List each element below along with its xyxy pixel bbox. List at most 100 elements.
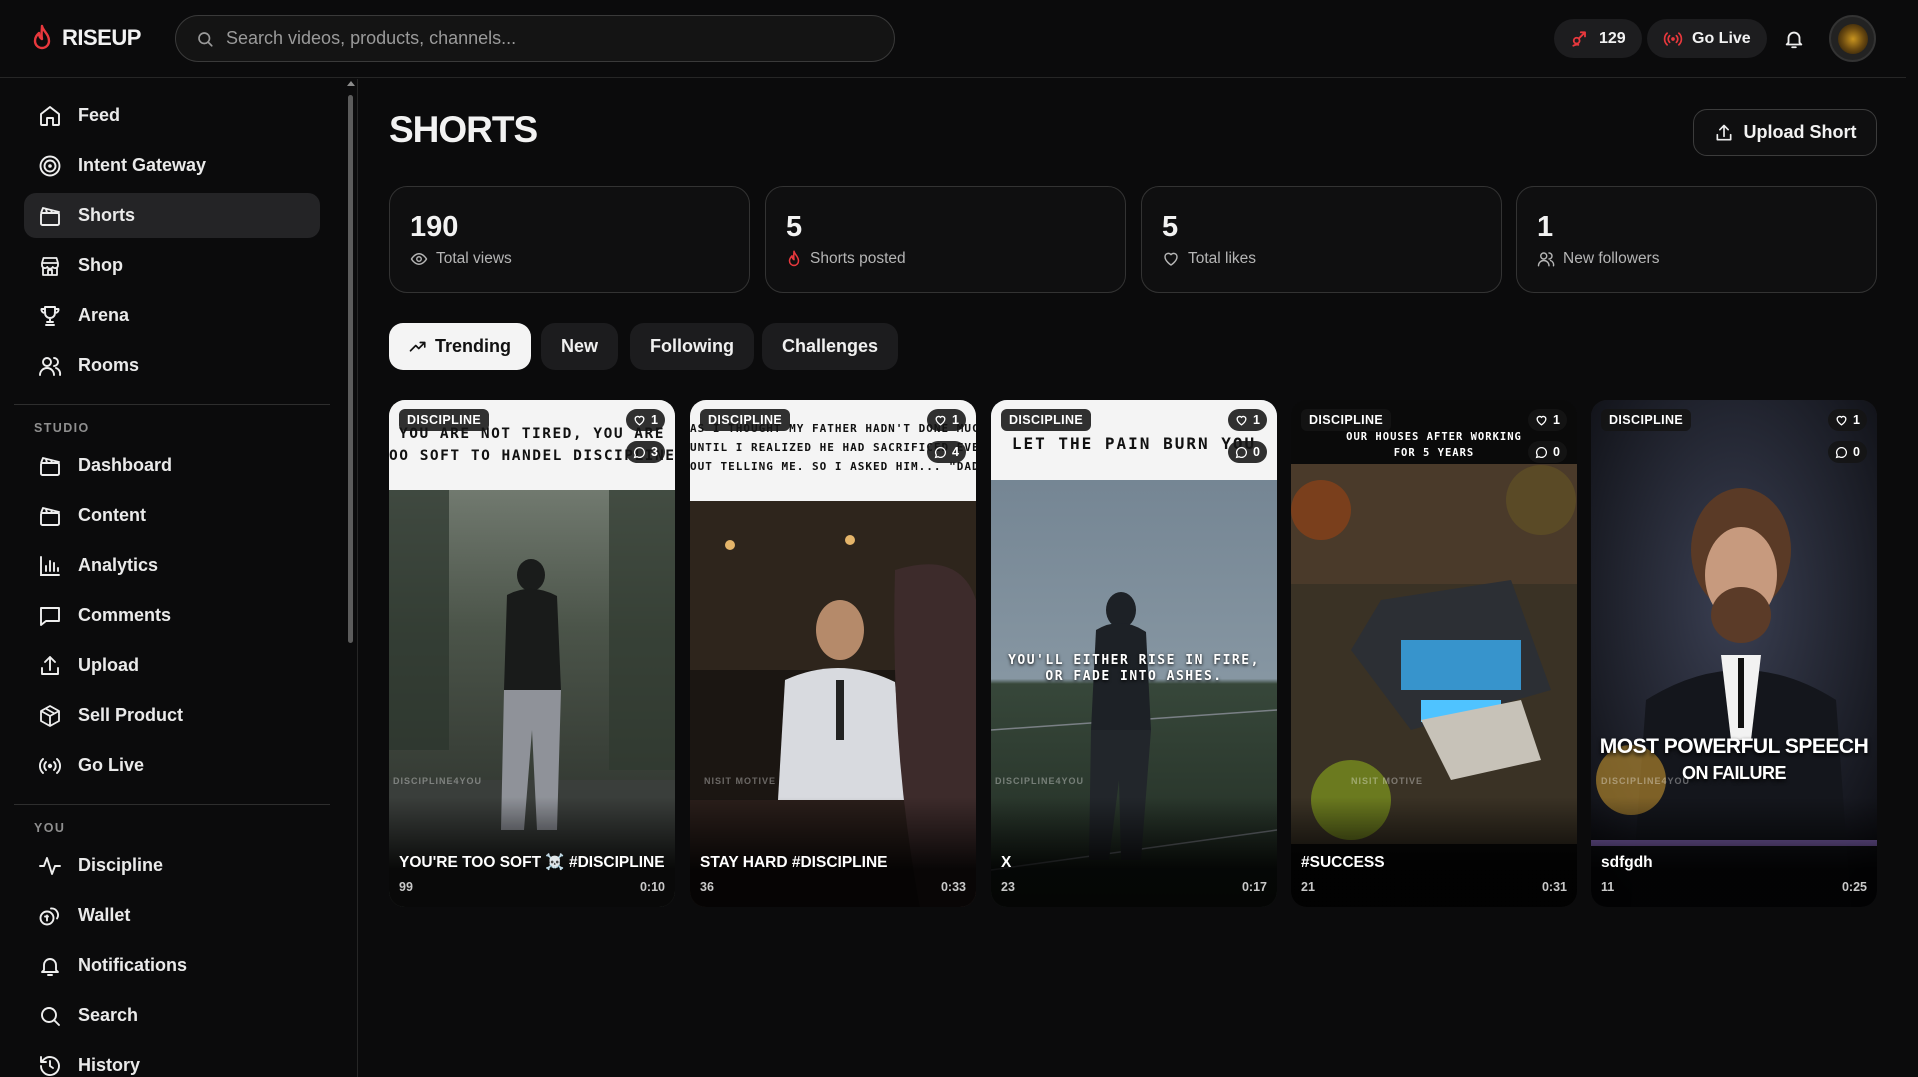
studio-heading: STUDIO bbox=[34, 421, 90, 435]
stat-value: 190 bbox=[410, 211, 459, 243]
trending-up-icon bbox=[409, 338, 427, 356]
bar-chart-icon bbox=[38, 554, 62, 578]
sidebar-item-history[interactable]: History bbox=[24, 1043, 320, 1077]
card-info-gradient bbox=[1591, 797, 1877, 907]
sidebar-divider bbox=[14, 404, 330, 405]
sidebar-item-go-live[interactable]: Go Live bbox=[24, 743, 320, 788]
top-bar: RISEUP 129 Go Live bbox=[0, 0, 1906, 78]
clapperboard-icon bbox=[38, 204, 62, 228]
short-card[interactable]: MOST POWERFUL SPEECH ON FAILURE DISCIPLI… bbox=[1591, 400, 1877, 907]
heart-icon bbox=[1835, 414, 1848, 427]
tab-trending[interactable]: Trending bbox=[389, 323, 531, 370]
stat-label: Shorts posted bbox=[810, 250, 906, 267]
comment-icon bbox=[633, 446, 646, 459]
stat-label: New followers bbox=[1563, 250, 1660, 267]
sidebar-item-label: Wallet bbox=[78, 905, 131, 925]
sidebar-item-intent-gateway[interactable]: Intent Gateway bbox=[24, 143, 320, 188]
comment-icon bbox=[1535, 446, 1548, 459]
sidebar-item-wallet[interactable]: Wallet bbox=[24, 893, 320, 938]
sidebar-item-arena[interactable]: Arena bbox=[24, 293, 320, 338]
package-icon bbox=[38, 704, 62, 728]
sidebar-item-label: Go Live bbox=[78, 755, 145, 775]
comment-icon bbox=[1235, 446, 1248, 459]
comments-counter: 0 bbox=[1228, 441, 1267, 463]
upload-short-label: Upload Short bbox=[1743, 122, 1857, 142]
tab-following[interactable]: Following bbox=[630, 323, 754, 370]
sidebar-item-shorts[interactable]: Shorts bbox=[24, 193, 320, 238]
comments-count: 4 bbox=[952, 445, 959, 459]
go-live-button[interactable]: Go Live bbox=[1647, 19, 1767, 58]
short-title: sdfgdh bbox=[1601, 854, 1653, 871]
comment-icon bbox=[934, 446, 947, 459]
sidebar-item-discipline[interactable]: Discipline bbox=[24, 843, 320, 888]
sidebar-item-label: Sell Product bbox=[78, 705, 184, 725]
sidebar-item-label: Analytics bbox=[78, 555, 159, 575]
likes-counter: 1 bbox=[927, 409, 966, 431]
card-info-gradient bbox=[1291, 797, 1577, 907]
search-bar[interactable] bbox=[175, 15, 895, 62]
tab-label: Following bbox=[650, 336, 734, 356]
stat-label: Total views bbox=[436, 250, 512, 267]
sidebar-scrollbar[interactable] bbox=[348, 95, 353, 643]
streak-icon bbox=[1570, 29, 1590, 49]
tab-label: Challenges bbox=[782, 336, 879, 356]
upload-short-button[interactable]: Upload Short bbox=[1693, 109, 1877, 156]
comments-counter: 0 bbox=[1528, 441, 1567, 463]
notifications-button[interactable] bbox=[1774, 19, 1814, 59]
sidebar-item-label: Intent Gateway bbox=[78, 155, 207, 175]
category-tag: DISCIPLINE bbox=[1301, 409, 1392, 431]
search-input[interactable] bbox=[226, 28, 866, 49]
sidebar-item-upload[interactable]: Upload bbox=[24, 643, 320, 688]
stat-value: 5 bbox=[786, 211, 803, 243]
sidebar-item-label: Arena bbox=[78, 305, 130, 325]
sidebar-item-comments[interactable]: Comments bbox=[24, 593, 320, 638]
view-count: 99 bbox=[399, 880, 413, 894]
sidebar-item-label: Comments bbox=[78, 605, 172, 625]
coins-icon bbox=[38, 904, 62, 928]
sidebar-item-content[interactable]: Content bbox=[24, 493, 320, 538]
trophy-icon bbox=[38, 304, 62, 328]
short-title: STAY HARD #DISCIPLINE bbox=[700, 854, 888, 871]
likes-counter: 1 bbox=[1828, 409, 1867, 431]
short-title: X bbox=[1001, 854, 1012, 871]
view-count: 11 bbox=[1601, 880, 1615, 894]
sidebar-item-search[interactable]: Search bbox=[24, 993, 320, 1038]
watermark: NISIT MOTIVE bbox=[704, 776, 777, 786]
sidebar-item-sell-product[interactable]: Sell Product bbox=[24, 693, 320, 738]
eye-icon bbox=[410, 250, 428, 268]
watermark: DISCIPLINE4YOU bbox=[1601, 776, 1691, 786]
you-heading: YOU bbox=[34, 821, 66, 835]
short-card[interactable]: OUR HOUSES AFTER WORKING FOR 5 YEARS NIS… bbox=[1291, 400, 1577, 907]
sidebar-item-rooms[interactable]: Rooms bbox=[24, 343, 320, 388]
sidebar-item-notifications[interactable]: Notifications bbox=[24, 943, 320, 988]
search-icon bbox=[38, 1004, 62, 1028]
card-info-gradient bbox=[690, 797, 976, 907]
heart-icon bbox=[934, 414, 947, 427]
sidebar-item-shop[interactable]: Shop bbox=[24, 243, 320, 288]
users-icon bbox=[1537, 250, 1555, 268]
tab-new[interactable]: New bbox=[541, 323, 619, 370]
avatar[interactable] bbox=[1829, 15, 1876, 62]
sidebar-item-feed[interactable]: Feed bbox=[24, 93, 320, 138]
short-card[interactable]: YOU ARE NOT TIRED, YOU ARE OO SOFT TO HA… bbox=[389, 400, 675, 907]
sidebar-item-label: Notifications bbox=[78, 955, 188, 975]
search-icon bbox=[196, 30, 214, 48]
likes-count: 1 bbox=[1853, 413, 1860, 427]
sidebar-item-dashboard[interactable]: Dashboard bbox=[24, 443, 320, 488]
scroll-up-arrow[interactable] bbox=[347, 81, 355, 86]
bell-icon bbox=[38, 954, 62, 978]
upload-icon bbox=[38, 654, 62, 678]
broadcast-icon bbox=[38, 754, 62, 778]
duration: 0:25 bbox=[1841, 880, 1867, 894]
short-card[interactable]: AS I THOUGHT MY FATHER HADN'T DONE MUCH … bbox=[690, 400, 976, 907]
sidebar-item-analytics[interactable]: Analytics bbox=[24, 543, 320, 588]
bell-icon bbox=[1783, 28, 1805, 50]
logo[interactable]: RISEUP bbox=[30, 24, 141, 52]
streak-counter[interactable]: 129 bbox=[1554, 19, 1642, 58]
tab-challenges[interactable]: Challenges bbox=[762, 323, 899, 370]
watermark: NISIT MOTIVE bbox=[1351, 776, 1424, 786]
heart-icon bbox=[1235, 414, 1248, 427]
likes-count: 1 bbox=[1553, 413, 1560, 427]
card-info-gradient bbox=[389, 797, 675, 907]
short-card[interactable]: LET THE PAIN BURN YOU YOU'LL EITHER RISE… bbox=[991, 400, 1277, 907]
